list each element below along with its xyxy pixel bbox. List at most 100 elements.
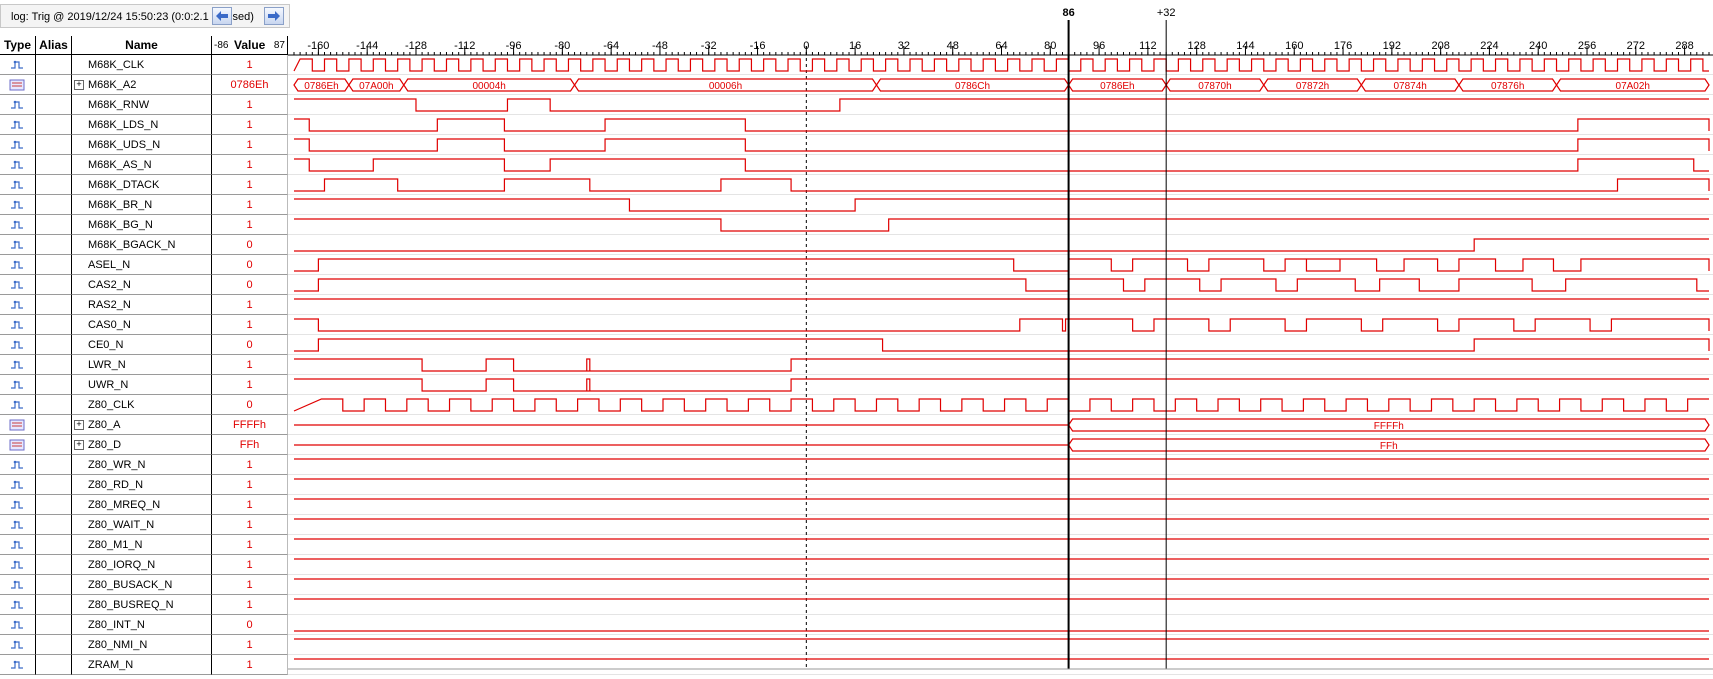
signal-name-cell[interactable]: Z80_MREQ_N — [72, 495, 212, 515]
ruler-tick-label: 32 — [898, 40, 910, 52]
signal-name-cell[interactable]: Z80_CLK — [72, 395, 212, 415]
signal-name-cell[interactable]: RAS2_N — [72, 295, 212, 315]
ruler-tick-label: 144 — [1236, 40, 1254, 52]
signal-name-cell[interactable]: M68K_BR_N — [72, 195, 212, 215]
alias-cell — [36, 115, 72, 135]
signal-name-cell[interactable]: Z80_NMI_N — [72, 635, 212, 655]
signal-value-cell: 1 — [212, 55, 288, 75]
expand-icon[interactable]: + — [74, 420, 84, 431]
signal-name-cell[interactable]: Z80_INT_N — [72, 615, 212, 635]
waveform-canvas[interactable]: -160-144-128-112-96-80-64-48-32-16016324… — [288, 0, 1713, 679]
signal-value-cell: FFFFh — [212, 415, 288, 435]
ruler-tick-label: 288 — [1675, 40, 1693, 52]
ruler-tick-label: 272 — [1627, 40, 1645, 52]
alias-cell — [36, 655, 72, 675]
signal-name-cell[interactable]: M68K_BG_N — [72, 215, 212, 235]
alias-cell — [36, 155, 72, 175]
signal-value-cell: 1 — [212, 215, 288, 235]
ruler-tick-label: 192 — [1383, 40, 1401, 52]
single-signal-icon — [11, 640, 23, 649]
alias-cell — [36, 415, 72, 435]
signal-value-cell: 1 — [212, 555, 288, 575]
ruler-tick-label: 160 — [1285, 40, 1303, 52]
signal-name-cell[interactable]: Z80_IORQ_N — [72, 555, 212, 575]
signal-name-cell[interactable]: Z80_WAIT_N — [72, 515, 212, 535]
bus-segment-label: 07870h — [1198, 81, 1231, 92]
type-cell — [0, 335, 36, 355]
bus-signal-icon — [9, 419, 25, 431]
signal-name-cell[interactable]: M68K_UDS_N — [72, 135, 212, 155]
signal-name-cell[interactable]: ASEL_N — [72, 255, 212, 275]
signal-name-cell[interactable]: Z80_BUSREQ_N — [72, 595, 212, 615]
ruler-tick-label: 224 — [1480, 40, 1498, 52]
alias-cell — [36, 455, 72, 475]
alias-cell — [36, 195, 72, 215]
signal-value-cell: FFh — [212, 435, 288, 455]
alias-cell — [36, 535, 72, 555]
signal-name-cell[interactable]: M68K_DTACK — [72, 175, 212, 195]
signal-name-cell[interactable]: M68K_RNW — [72, 95, 212, 115]
signal-name-cell[interactable]: Z80_BUSACK_N — [72, 575, 212, 595]
signal-name-cell[interactable]: CAS0_N — [72, 315, 212, 335]
ruler-tick-label: 176 — [1334, 40, 1352, 52]
type-cell — [0, 535, 36, 555]
single-signal-icon — [11, 160, 23, 169]
signal-name: RAS2_N — [88, 299, 131, 311]
signal-name-cell[interactable]: CAS2_N — [72, 275, 212, 295]
signal-name-cell[interactable]: Z80_WR_N — [72, 455, 212, 475]
signal-waveform — [294, 258, 1710, 272]
alias-column-header[interactable]: Alias — [36, 36, 72, 55]
clock-waveform — [293, 398, 1709, 412]
bus-segment-label: 07874h — [1393, 81, 1426, 92]
signal-name-cell[interactable]: Z80_RD_N — [72, 475, 212, 495]
signal-name-cell[interactable]: Z80_M1_N — [72, 535, 212, 555]
signal-value-cell: 1 — [212, 175, 288, 195]
signal-value-cell: 0 — [212, 395, 288, 415]
range-left-label: -86 — [214, 40, 229, 51]
signal-value-cell: 1 — [212, 295, 288, 315]
ruler-tick-label: -16 — [750, 40, 766, 52]
signal-name-cell[interactable]: UWR_N — [72, 375, 212, 395]
type-cell — [0, 215, 36, 235]
signal-name-cell[interactable]: M68K_CLK — [72, 55, 212, 75]
type-cell — [0, 155, 36, 175]
signal-waveform — [294, 198, 1709, 212]
value-header-label: Value — [234, 38, 266, 52]
alias-cell — [36, 275, 72, 295]
signal-name-cell[interactable]: LWR_N — [72, 355, 212, 375]
signal-name-cell[interactable]: M68K_LDS_N — [72, 115, 212, 135]
expand-icon[interactable]: + — [74, 80, 84, 91]
signal-value-cell: 1 — [212, 355, 288, 375]
signal-name-cell[interactable]: + Z80_D — [72, 435, 212, 455]
type-cell — [0, 75, 36, 95]
signal-name: M68K_BGACK_N — [88, 239, 176, 251]
single-signal-icon — [11, 660, 23, 669]
signal-name: ZRAM_N — [88, 659, 134, 671]
ruler-tick-label: -32 — [701, 40, 717, 52]
name-column-header[interactable]: Name — [72, 36, 212, 55]
ruler-tick-label: 128 — [1187, 40, 1205, 52]
bus-segment-label: 0786Ch — [955, 81, 990, 92]
arrow-left-icon[interactable] — [212, 7, 232, 25]
signal-name-cell[interactable]: ZRAM_N — [72, 655, 212, 675]
single-signal-icon — [11, 300, 23, 309]
bus-segment-label: FFFFh — [1374, 421, 1404, 432]
signal-waveform — [294, 178, 1710, 192]
signal-name: CAS0_N — [88, 319, 131, 331]
bus-segment-label: FFh — [1380, 441, 1398, 452]
single-signal-icon — [11, 180, 23, 189]
arrow-right-icon[interactable] — [264, 7, 284, 25]
type-column-header[interactable]: Type — [0, 36, 36, 55]
type-cell — [0, 595, 36, 615]
signal-value-cell: 0 — [212, 275, 288, 295]
signal-name-cell[interactable]: + M68K_A2 — [72, 75, 212, 95]
signal-name-cell[interactable]: M68K_AS_N — [72, 155, 212, 175]
single-signal-icon — [11, 560, 23, 569]
signal-name-cell[interactable]: + Z80_A — [72, 415, 212, 435]
signal-name-cell[interactable]: M68K_BGACK_N — [72, 235, 212, 255]
ruler-tick-label: 256 — [1578, 40, 1596, 52]
expand-icon[interactable]: + — [74, 440, 84, 451]
value-column-header[interactable]: -86 Value 87 — [212, 36, 288, 55]
signal-name-cell[interactable]: CE0_N — [72, 335, 212, 355]
alias-cell — [36, 475, 72, 495]
